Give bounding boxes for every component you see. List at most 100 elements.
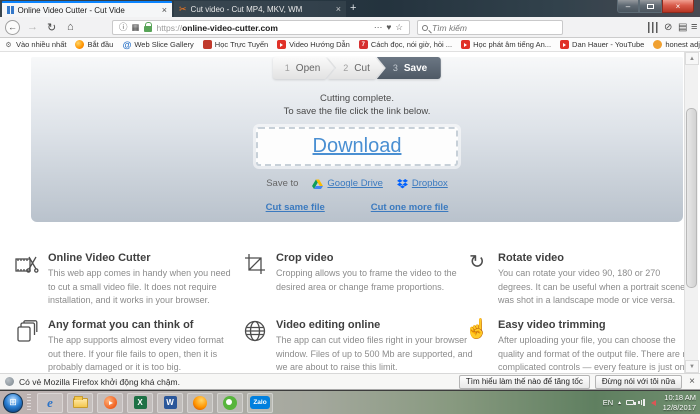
scrollbar-thumb[interactable] [686,108,697,288]
minimize-button[interactable]: – [617,0,639,13]
bookmark-item[interactable]: 7Cách đọc, nói giờ, hỏi ... [359,40,452,49]
bookmark-item[interactable]: Dan Hauer - YouTube [560,40,644,49]
firefox-window: Online Video Cutter - Cut Vide × ✂ Cut v… [0,0,700,414]
start-button[interactable]: ⊞ [3,393,23,413]
home-button[interactable]: ⌂ [67,17,74,37]
step-cut[interactable]: 2 Cut [327,57,384,79]
bookmark-item[interactable]: Video Hướng Dẫn [277,40,350,49]
vertical-scrollbar[interactable]: ▲ ▼ [684,52,698,373]
taskbar-firefox-icon[interactable] [187,393,213,413]
bookmark-item[interactable]: ⚙Vào nhiều nhất [4,40,66,49]
tab-online-video-cutter[interactable]: Online Video Cutter - Cut Vide × [2,1,172,17]
feature-video-editing-online: Video editing online The app can cut vid… [242,319,474,375]
extension-icon[interactable]: ▦ [132,23,140,32]
feature-crop-video: Crop video Cropping allows you to frame … [242,252,474,294]
rotate-icon: ↻ [464,253,490,279]
system-tray: EN ▲ 10:18 AM 12/8/2017 [603,393,700,412]
youtube-icon [277,40,286,49]
feature-any-format: Any format you can think of The app supp… [14,319,238,375]
taskbar-clock[interactable]: 10:18 AM 12/8/2017 [663,393,696,412]
url-text[interactable]: https://online-video-cutter.com [157,23,278,33]
save-panel: 1 Open 2 Cut 3 Save Cutting complete. To… [31,57,683,222]
taskbar-word-icon[interactable]: W [157,393,183,413]
bookmark-item[interactable]: Học Trực Tuyến [203,40,268,49]
scroll-down-button[interactable]: ▼ [685,360,699,373]
back-icon: ← [5,20,20,35]
page-actions-icon[interactable]: ⋯ [374,23,383,32]
step-save[interactable]: 3 Save [377,57,441,79]
feature-rotate-video: ↻ Rotate video You can rotate your video… [464,252,694,308]
site-info-icon[interactable]: ⓘ [119,23,128,32]
cut-links-row: Cut same file Cut one more file [31,202,683,213]
new-tab-button[interactable]: + [350,2,356,14]
step-open[interactable]: 1 Open [273,57,334,79]
search-bar[interactable] [417,20,563,35]
windows-taskbar: ⊞ e X W Zalo EN ▲ 10:18 AM 12/8/2017 [0,390,700,414]
taskbar-media-player-icon[interactable] [97,393,123,413]
bookmark-item[interactable]: @Web Slice Gallery [122,40,193,49]
cut-same-file-link[interactable]: Cut same file [266,202,325,213]
firefox-notification-icon [5,377,14,386]
notification-message: Có vẻ Mozilla Firefox khởi động khá chậm… [19,377,180,387]
battery-icon[interactable] [626,400,634,405]
sync-icon[interactable]: ⊘ [664,17,672,37]
tray-expand-icon[interactable]: ▲ [617,400,622,406]
taskbar-coccoc-icon[interactable] [217,393,243,413]
taskbar-explorer-icon[interactable] [67,393,93,413]
cut-one-more-file-link[interactable]: Cut one more file [371,202,449,213]
tab-title: Cut video - Cut MP4, MKV, WM [191,5,332,14]
download-link[interactable]: Download [313,135,402,158]
youtube-icon [461,40,470,49]
tab-cut-video[interactable]: ✂ Cut video - Cut MP4, MKV, WM × [174,1,346,17]
tab-close-icon[interactable]: × [336,4,341,14]
documents-stack-icon [14,320,40,346]
pocket-icon[interactable]: ♥ [386,23,391,32]
restore-icon [647,4,654,9]
gear-icon: ⚙ [4,40,13,49]
notification-close-icon[interactable]: × [689,376,695,387]
taskbar-excel-icon[interactable]: X [127,393,153,413]
learn-speedup-button[interactable]: Tìm hiểu làm thế nào để tăng tốc [459,375,590,389]
bookmark-star-icon[interactable]: ☆ [395,23,403,32]
scroll-up-button[interactable]: ▲ [685,52,699,65]
taskbar-ie-icon[interactable]: e [37,393,63,413]
restore-button[interactable] [639,0,662,13]
close-button[interactable]: × [662,0,694,13]
tab-title: Online Video Cutter - Cut Vide [18,6,158,15]
taskbar-separator [27,394,31,412]
taskbar-zalo-icon[interactable]: Zalo [247,393,273,413]
sidebar-icon[interactable]: ▤ [678,17,687,37]
youtube-icon [560,40,569,49]
hand-click-icon: ☝ [464,320,490,346]
paw-icon [653,40,662,49]
status-line-2: To save the file click the link below. [31,106,683,117]
tab-favicon [7,6,14,14]
google-drive-icon [312,179,323,189]
address-bar[interactable]: ⓘ ▦ https://online-video-cutter.com ⋯ ♥ … [112,20,410,35]
dismiss-button[interactable]: Đừng nói với tôi nữa [595,375,682,389]
back-button[interactable]: ← [5,17,20,37]
dropbox-link[interactable]: Dropbox [397,178,448,189]
reload-button[interactable]: ↻ [47,17,56,37]
bookmark-item[interactable]: Bắt đầu [75,40,113,49]
volume-icon[interactable] [649,400,656,406]
scissors-favicon: ✂ [179,5,187,14]
tab-close-icon[interactable]: × [162,5,167,15]
google-drive-link[interactable]: Google Drive [312,178,382,189]
save-to-label: Save to [266,178,298,189]
network-icon[interactable] [638,399,645,406]
search-input[interactable] [432,23,542,33]
download-box: Download [256,127,458,166]
library-icon[interactable] [648,17,658,37]
page-content: 1 Open 2 Cut 3 Save Cutting complete. To… [0,52,700,373]
wizard-steps: 1 Open 2 Cut 3 Save [273,57,441,79]
bookmarks-bar: ⚙Vào nhiều nhất Bắt đầu @Web Slice Galle… [0,38,700,52]
window-controls: – × [617,0,694,13]
bookmark-item[interactable]: honest adjective - Defi... [653,40,700,49]
bookmark-item[interactable]: Học phát âm tiếng An... [461,40,551,49]
language-indicator[interactable]: EN [603,398,613,407]
navigation-toolbar: ← → ↻ ⌂ ⓘ ▦ https://online-video-cutter.… [0,17,700,38]
status-line-1: Cutting complete. [31,93,683,104]
menu-icon[interactable]: ≡ [691,17,697,37]
forward-button[interactable]: → [27,17,38,37]
